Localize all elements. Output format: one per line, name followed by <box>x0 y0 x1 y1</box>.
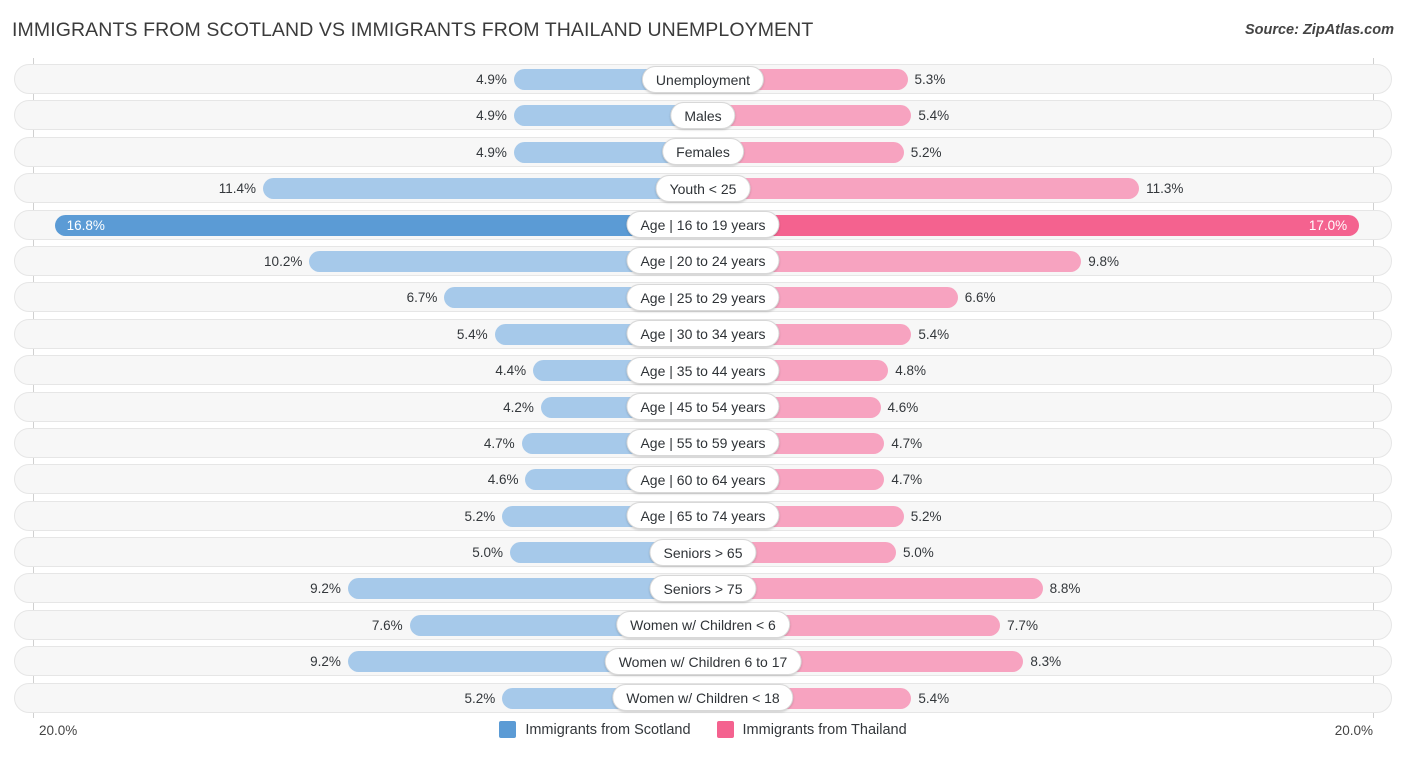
bar-row: 4.6% 4.7% Age | 60 to 64 years <box>0 462 1406 498</box>
value-label-right: 4.8% <box>895 363 927 379</box>
value-label-right: 8.3% <box>1030 654 1062 670</box>
bar-row: 5.2% 5.2% Age | 65 to 74 years <box>0 499 1406 535</box>
value-label-left: 7.6% <box>371 617 403 633</box>
legend-swatch-icon <box>499 721 517 738</box>
category-label: Age | 30 to 34 years <box>626 320 780 348</box>
chart-area: 4.9% 5.3% Unemployment 4.9% 5.4% Males 4.9% 5.2… <box>0 58 1406 718</box>
category-label: Age | 35 to 44 years <box>626 356 780 384</box>
bar-row: 4.4% 4.8% Age | 35 to 44 years <box>0 353 1406 389</box>
category-label: Seniors > 75 <box>649 574 757 602</box>
category-label: Females <box>662 138 744 166</box>
source-attribution: Source: ZipAtlas.com <box>1244 22 1394 38</box>
value-label-left: 4.9% <box>476 144 507 160</box>
category-label: Age | 65 to 74 years <box>626 502 780 530</box>
value-label-left: 5.2% <box>464 690 496 706</box>
bar-left <box>263 178 703 200</box>
category-label: Age | 55 to 59 years <box>626 429 780 457</box>
chart-header: IMMIGRANTS FROM SCOTLAND VS IMMIGRANTS F… <box>0 0 1406 58</box>
value-label-left: 4.9% <box>476 108 507 124</box>
value-label-left: 5.4% <box>456 326 488 342</box>
legend-item[interactable]: Immigrants from Thailand <box>716 721 907 738</box>
value-label-right: 5.4% <box>918 108 950 124</box>
legend-swatch-icon <box>716 721 734 738</box>
bar-row: 9.2% 8.8% Seniors > 75 <box>0 571 1406 607</box>
value-label-left: 4.9% <box>476 72 507 87</box>
value-label-right: 5.0% <box>902 545 934 561</box>
value-label-left: 9.2% <box>310 654 341 670</box>
value-label-right: 8.8% <box>1049 581 1081 597</box>
value-label-right: 4.7% <box>891 435 923 451</box>
category-label: Age | 20 to 24 years <box>626 247 780 275</box>
value-label-right: 17.0% <box>1308 217 1348 233</box>
value-label-right: 5.2% <box>910 508 942 524</box>
category-label: Women w/ Children < 18 <box>612 684 794 712</box>
bar-row: 4.9% 5.4% Males <box>0 98 1406 134</box>
value-label-left: 9.2% <box>310 581 341 597</box>
category-label: Women w/ Children < 6 <box>616 611 790 639</box>
value-label-right: 7.7% <box>1007 617 1038 633</box>
bar-row: 4.9% 5.3% Unemployment <box>0 62 1406 98</box>
bar-row: 9.2% 8.3% Women w/ Children 6 to 17 <box>0 644 1406 680</box>
bar-row: 5.4% 5.4% Age | 30 to 34 years <box>0 317 1406 353</box>
legend-label: Immigrants from Thailand <box>742 721 907 738</box>
value-label-left: 4.6% <box>487 472 519 488</box>
chart-legend: Immigrants from Scotland Immigrants from … <box>0 721 1406 738</box>
legend-label: Immigrants from Scotland <box>525 721 691 738</box>
value-label-right: 5.4% <box>918 690 950 706</box>
bar-row: 7.6% 7.7% Women w/ Children < 6 <box>0 608 1406 644</box>
value-label-left: 4.4% <box>495 363 527 379</box>
bar-row: 4.7% 4.7% Age | 55 to 59 years <box>0 426 1406 462</box>
value-label-right: 6.6% <box>964 290 996 306</box>
value-label-left: 5.0% <box>472 545 504 561</box>
bar-row: 5.0% 5.0% Seniors > 65 <box>0 535 1406 571</box>
category-label: Unemployment <box>641 65 765 93</box>
bar-right <box>703 214 1360 236</box>
bar-right <box>703 178 1140 200</box>
bar-row: 4.2% 4.6% Age | 45 to 54 years <box>0 390 1406 426</box>
value-label-left: 11.4% <box>218 181 257 197</box>
value-label-right: 5.2% <box>910 144 942 160</box>
bar-row: 10.2% 9.8% Age | 20 to 24 years <box>0 244 1406 280</box>
page-title: IMMIGRANTS FROM SCOTLAND VS IMMIGRANTS F… <box>12 19 814 41</box>
value-label-right: 5.4% <box>918 326 950 342</box>
value-label-right: 4.7% <box>891 472 923 488</box>
category-label: Age | 45 to 54 years <box>626 393 780 421</box>
value-label-right: 11.3% <box>1146 181 1184 197</box>
value-label-right: 4.6% <box>887 399 919 415</box>
chart-page: IMMIGRANTS FROM SCOTLAND VS IMMIGRANTS F… <box>0 0 1406 757</box>
value-label-right: 5.3% <box>914 72 946 87</box>
value-label-left: 5.2% <box>464 508 496 524</box>
bar-row: 11.4% 11.3% Youth < 25 <box>0 171 1406 207</box>
category-label: Seniors > 65 <box>649 538 757 566</box>
value-label-left: 6.7% <box>406 290 438 306</box>
category-label: Males <box>670 101 736 129</box>
value-label-right: 9.8% <box>1088 253 1120 269</box>
category-label: Age | 60 to 64 years <box>626 465 780 493</box>
bar-row: 6.7% 6.6% Age | 25 to 29 years <box>0 280 1406 316</box>
category-label: Women w/ Children 6 to 17 <box>604 647 802 675</box>
category-label: Age | 25 to 29 years <box>626 283 780 311</box>
bar-rows: 4.9% 5.3% Unemployment 4.9% 5.4% Males 4.9% 5.2… <box>0 62 1406 717</box>
bar-row: 5.2% 5.4% Women w/ Children < 18 <box>0 681 1406 717</box>
chart-footer: 20.0% 20.0% Immigrants from Scotland Immi… <box>0 718 1406 757</box>
value-label-left: 4.2% <box>503 399 534 415</box>
bar-row: 4.9% 5.2% Females <box>0 135 1406 171</box>
bar-row: 16.8% 17.0% Age | 16 to 19 years <box>0 208 1406 244</box>
value-label-left: 10.2% <box>264 253 303 269</box>
category-label: Youth < 25 <box>655 174 751 202</box>
category-label: Age | 16 to 19 years <box>626 211 780 239</box>
value-label-left: 16.8% <box>66 217 105 233</box>
bar-left <box>54 214 703 236</box>
value-label-left: 4.7% <box>483 435 515 451</box>
legend-item[interactable]: Immigrants from Scotland <box>499 721 691 738</box>
